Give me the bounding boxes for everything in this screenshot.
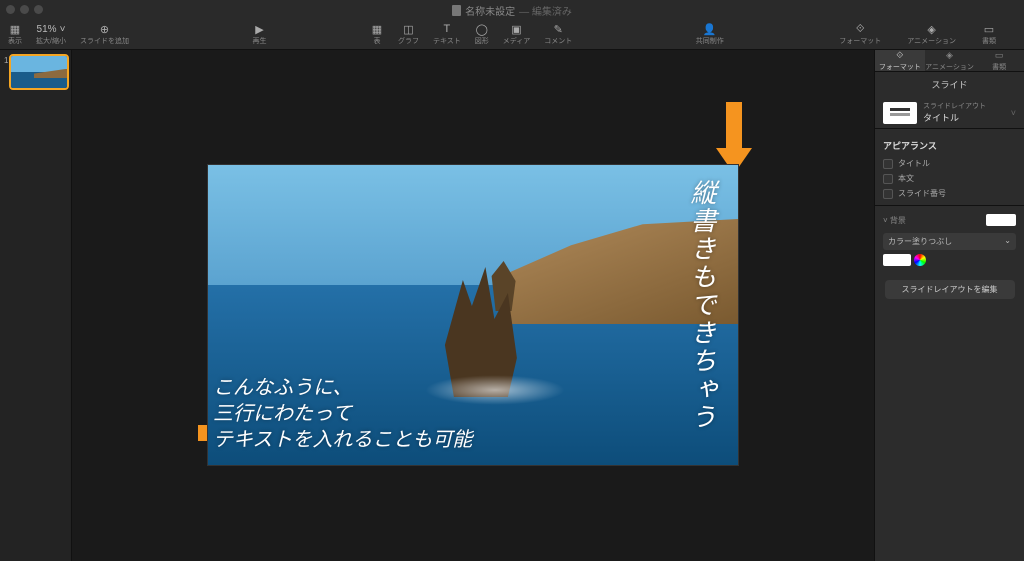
document-title: 名称未設定 [465,3,515,18]
format-panel-button[interactable]: ⟐フォーマット [839,23,881,46]
chart-button[interactable]: ◫グラフ [398,23,419,46]
chevron-down-icon: ˅ [1011,108,1016,118]
play-button[interactable]: ▶再生 [252,23,266,46]
table-button[interactable]: ▦表 [370,23,384,46]
vertical-text-box[interactable]: 縦書きもできちゃう [683,179,720,451]
tab-format[interactable]: ⟐フォーマット [875,50,925,71]
collab-button[interactable]: 👤共同制作 [696,23,724,46]
background-disclosure[interactable]: ˅ 背景 [883,215,906,226]
text-button[interactable]: Tテキスト [433,23,461,46]
slide-thumbnail-1[interactable]: 1 [4,56,67,88]
document-icon [452,5,461,16]
window-titlebar: 名称未設定 — 編集済み [0,0,1024,20]
slide-layout-picker[interactable]: スライドレイアウト タイトル ˅ [875,97,1024,128]
inspector-title: スライド [875,72,1024,97]
traffic-lights[interactable] [6,5,43,14]
add-slide-button[interactable]: ⊕スライドを追加 [80,23,129,46]
comment-button[interactable]: ✎コメント [544,23,572,46]
inspector-panel: ⟐フォーマット ◈アニメーション ▭書類 スライド スライドレイアウト タイトル… [874,50,1024,561]
view-button[interactable]: ▦表示 [8,23,22,46]
edited-status: — 編集済み [519,3,572,18]
canvas[interactable]: こんなふうに、 三行にわたって テキストを入れることも可能 縦書きもできちゃう [72,50,874,561]
shape-button[interactable]: ◯図形 [475,23,489,46]
annotation-arrow-down [716,102,752,174]
zoom-control[interactable]: 51% ˅拡大/縮小 [36,24,66,46]
horizontal-text-box[interactable]: こんなふうに、 三行にわたって テキストを入れることも可能 [213,375,472,453]
tab-document[interactable]: ▭書類 [974,50,1024,71]
document-panel-button[interactable]: ▭書類 [982,23,996,46]
checkbox-body[interactable]: 本文 [883,171,1016,186]
layout-thumb-icon [883,102,917,124]
checkbox-title[interactable]: タイトル [883,156,1016,171]
background-swatch[interactable] [986,214,1016,226]
slide[interactable]: こんなふうに、 三行にわたって テキストを入れることも可能 縦書きもできちゃう [208,165,738,465]
tab-animate[interactable]: ◈アニメーション [925,50,975,71]
animate-panel-button[interactable]: ◈アニメーション [907,23,956,46]
fill-type-select[interactable]: カラー塗りつぶし⌄ [883,233,1016,250]
toolbar: ▦表示 51% ˅拡大/縮小 ⊕スライドを追加 ▶再生 ▦表 ◫グラフ Tテキス… [0,20,1024,50]
edit-layout-button[interactable]: スライドレイアウトを編集 [885,280,1015,299]
color-wheel-icon[interactable] [914,254,926,266]
appearance-heading: アピアランス [883,133,1016,156]
slide-navigator[interactable]: 1 [0,50,72,561]
color-well[interactable] [883,254,911,266]
media-button[interactable]: ▣メディア [503,23,531,46]
checkbox-slide-number[interactable]: スライド番号 [883,186,1016,201]
